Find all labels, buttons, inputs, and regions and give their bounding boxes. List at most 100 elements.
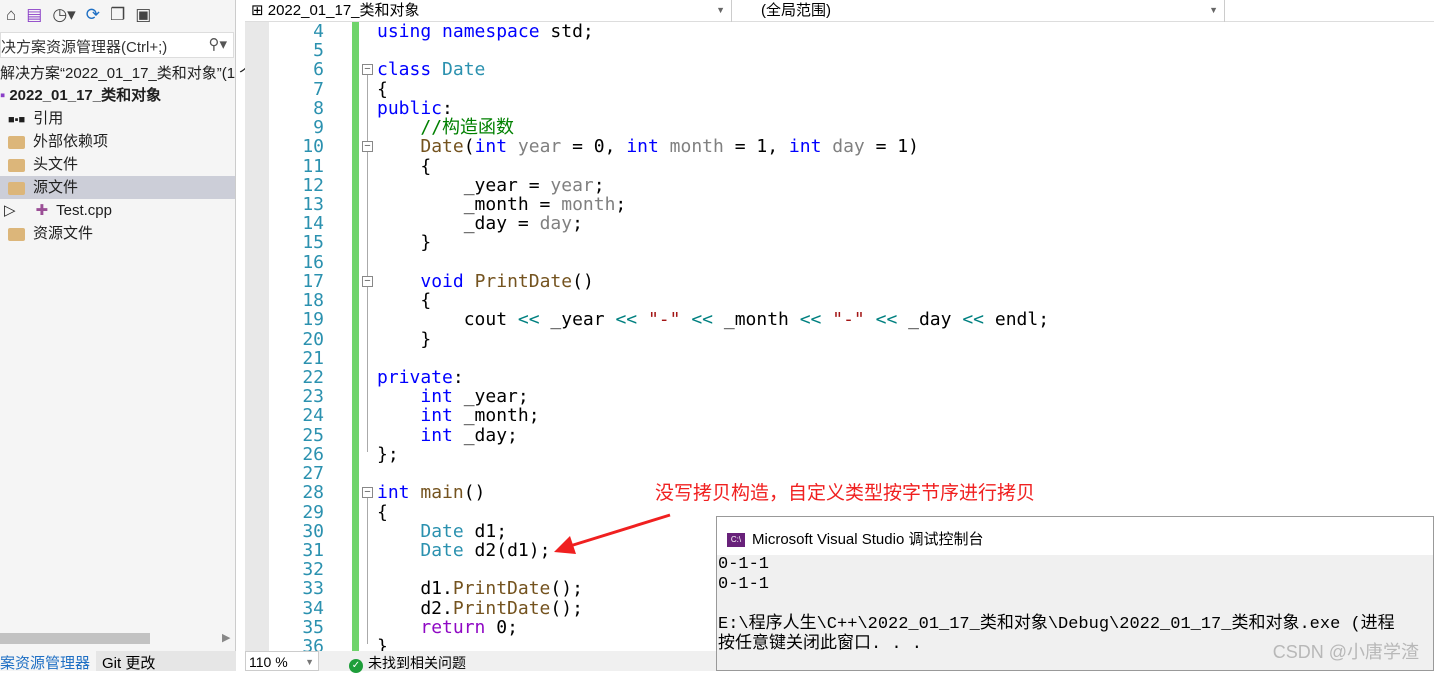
collapse-all-icon[interactable]: ❐: [110, 5, 125, 25]
code-token: int: [474, 136, 508, 158]
tree-item[interactable]: 外部依赖项: [0, 130, 235, 153]
code-line[interactable]: Date(int year = 0, int month = 1, int da…: [377, 137, 919, 156]
line-number: 9: [313, 117, 324, 139]
scope-combo-value: (全局范围): [761, 2, 831, 19]
code-line[interactable]: return 0;: [377, 618, 518, 637]
line-number: 11: [302, 155, 324, 177]
code-line[interactable]: }: [377, 233, 431, 252]
code-token: }: [377, 232, 432, 254]
code-token: void: [420, 270, 464, 292]
tree-item[interactable]: ▷ ✚ Test.cpp: [0, 199, 235, 222]
code-token: PrintDate: [452, 578, 551, 600]
chevron-down-icon: ▼: [305, 657, 314, 667]
project-combo-value: 2022_01_17_类和对象: [267, 2, 420, 19]
code-line[interactable]: using namespace std;: [377, 22, 594, 41]
code-token: :: [452, 366, 464, 388]
code-line[interactable]: d1.PrintDate();: [377, 579, 583, 598]
tab-solution-explorer[interactable]: 案资源管理器: [0, 651, 97, 672]
line-number: 15: [302, 232, 324, 254]
expand-arrow-icon[interactable]: ▷: [4, 202, 16, 219]
console-title-bar[interactable]: C:\ Microsoft Visual Studio 调试控制台: [717, 517, 1433, 555]
search-input[interactable]: 决方案资源管理器(Ctrl+;) ⚲▾: [0, 32, 234, 58]
scope-combo[interactable]: (全局范围) ▼: [735, 0, 1225, 22]
issues-indicator[interactable]: ✓ 未找到相关问题: [349, 653, 466, 673]
code-token: PrintDate: [474, 270, 573, 292]
code-line[interactable]: void PrintDate(): [377, 270, 593, 292]
code-line[interactable]: int _year;: [377, 386, 529, 408]
line-number: 28: [302, 482, 324, 504]
code-line[interactable]: _year = year;: [377, 176, 605, 195]
line-number: 24: [302, 405, 324, 427]
code-token: int: [420, 424, 453, 446]
code-token: <<: [517, 309, 540, 331]
code-line[interactable]: d2.PrintDate();: [377, 598, 583, 618]
home-icon[interactable]: ⌂: [6, 5, 16, 25]
project-combo[interactable]: ⊞ 2022_01_17_类和对象 ▼: [245, 0, 732, 22]
collapse-icon[interactable]: −: [362, 487, 373, 499]
vs-solution-icon[interactable]: ▤: [26, 5, 42, 25]
horizontal-scrollbar[interactable]: [0, 633, 150, 644]
code-line[interactable]: {: [377, 80, 388, 99]
code-line[interactable]: cout << _year << "-" << _month << "-" <<…: [377, 310, 1049, 329]
tree-item[interactable]: 头文件: [0, 153, 235, 176]
collapse-icon[interactable]: −: [362, 141, 373, 153]
line-number: 20: [302, 328, 324, 350]
code-line[interactable]: _day = day;: [377, 214, 583, 233]
annotation-arrow: [554, 513, 671, 554]
tree-item[interactable]: 资源文件: [0, 222, 235, 245]
code-token: Date: [420, 539, 464, 561]
code-token: namespace: [442, 21, 540, 42]
scroll-right-icon[interactable]: ▶: [222, 631, 230, 644]
code-line[interactable]: //构造函数: [377, 118, 514, 137]
code-line[interactable]: {: [377, 291, 431, 310]
project-node[interactable]: ▪ 2022_01_17_类和对象: [0, 84, 235, 107]
properties-icon[interactable]: ▣: [135, 5, 151, 25]
filter-folder-icon: [8, 181, 25, 195]
line-number: 31: [302, 539, 324, 561]
code-token: public: [377, 97, 443, 119]
tab-git-changes[interactable]: Git 更改: [96, 651, 236, 672]
code-token: "-": [647, 309, 681, 331]
refresh-icon[interactable]: ⟳: [86, 5, 100, 25]
line-number: 26: [302, 443, 324, 465]
debug-console-window[interactable]: C:\ Microsoft Visual Studio 调试控制台 0-1-1 0-…: [716, 516, 1434, 671]
code-line[interactable]: class Date: [377, 60, 485, 79]
code-line[interactable]: };: [377, 445, 399, 464]
history-icon[interactable]: ◷▾: [52, 5, 75, 25]
tree-item[interactable]: 源文件: [0, 176, 235, 199]
code-line[interactable]: }: [377, 329, 431, 349]
code-token: <<: [962, 309, 985, 331]
code-line[interactable]: int _day;: [377, 426, 518, 445]
code-token: d1;: [463, 520, 508, 542]
code-line[interactable]: _month = month;: [377, 195, 627, 214]
code-token: std;: [539, 21, 594, 42]
solution-node[interactable]: 解决方案“2022_01_17_类和对象”(1 个: [0, 62, 254, 85]
code-token: "-": [832, 309, 865, 331]
code-line[interactable]: {: [377, 502, 388, 522]
collapse-icon[interactable]: −: [362, 275, 373, 287]
collapse-icon[interactable]: −: [362, 64, 373, 76]
code-token: d2(d1);: [463, 539, 551, 561]
code-line[interactable]: Date d1;: [377, 522, 507, 541]
code-token: _year;: [452, 386, 529, 408]
line-number: 32: [302, 559, 324, 581]
code-line[interactable]: Date d2(d1);: [377, 541, 550, 560]
console-line: E:\程序人生\C++\2022_01_17_类和对象\Debug\2022_0…: [718, 615, 1395, 634]
tree-item[interactable]: ■▪■ 引用: [0, 107, 235, 130]
code-line[interactable]: int _month;: [377, 406, 539, 425]
zoom-combo[interactable]: 110 % ▼: [245, 651, 319, 671]
code-line[interactable]: private:: [377, 368, 464, 387]
search-icon[interactable]: ⚲▾: [208, 35, 227, 53]
code-line[interactable]: int main(): [377, 483, 485, 502]
code-token: };: [377, 443, 399, 465]
tab-label: 案资源管理器: [0, 655, 91, 672]
project-icon: ▪: [0, 87, 6, 104]
annotation-text: 没写拷贝构造，自定义类型按字节序进行拷贝: [655, 483, 1036, 504]
code-line[interactable]: {: [377, 156, 431, 176]
code-token: _day: [897, 309, 963, 331]
code-line[interactable]: public:: [377, 99, 453, 118]
